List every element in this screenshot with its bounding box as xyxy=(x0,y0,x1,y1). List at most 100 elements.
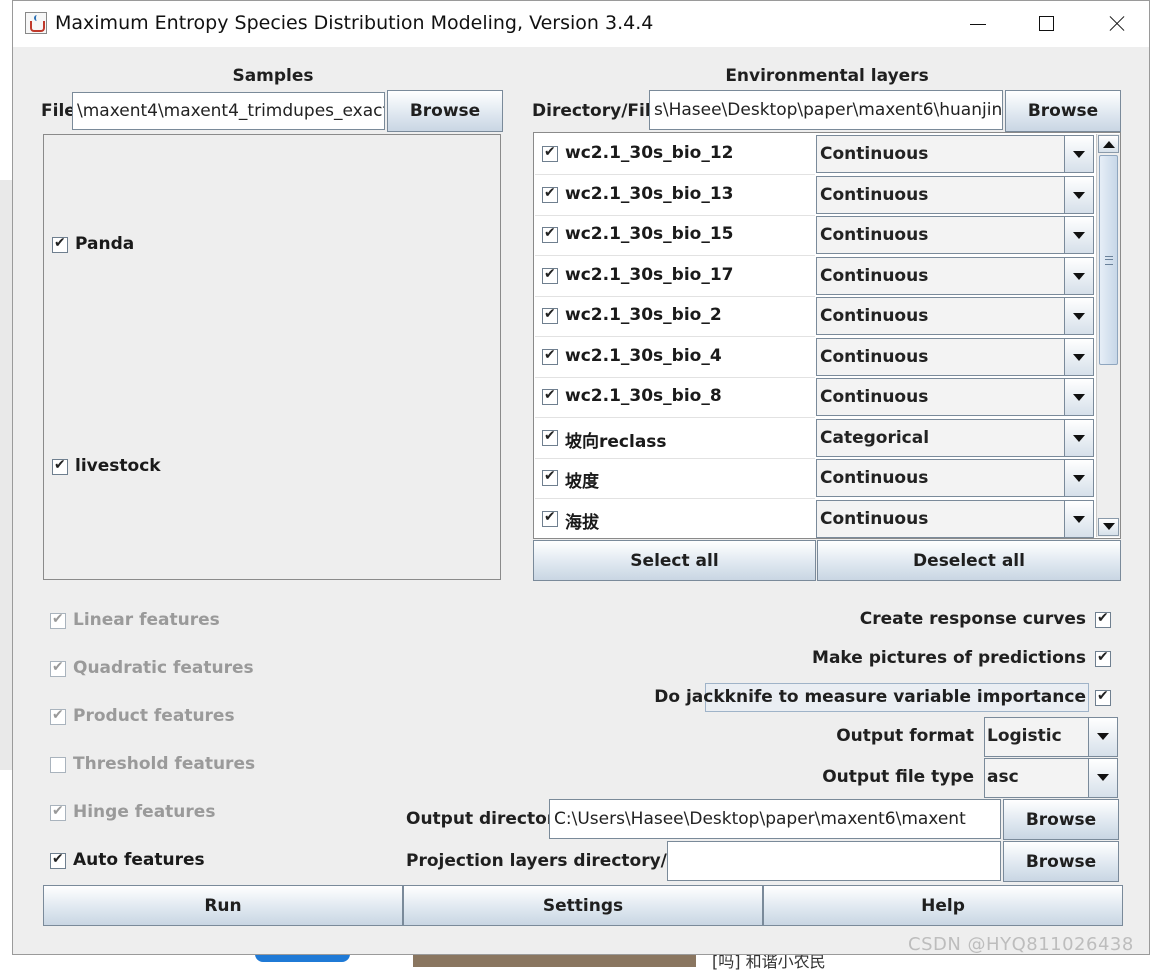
env-scrollbar[interactable] xyxy=(1096,134,1120,537)
output-type-value: asc xyxy=(987,767,1019,787)
chevron-down-icon[interactable] xyxy=(1064,176,1093,213)
env-layer-type-select[interactable]: Continuous xyxy=(816,499,1094,538)
response-curves-label: Create response curves xyxy=(859,609,1086,629)
env-layer-name-cell: wc2.1_30s_bio_12 xyxy=(535,134,815,175)
env-layer-type-select[interactable]: Continuous xyxy=(816,459,1094,497)
env-layer-type-select[interactable]: Continuous xyxy=(816,175,1094,214)
close-button[interactable] xyxy=(1081,1,1151,47)
species-label-livestock: livestock xyxy=(75,456,161,476)
env-layer-checkbox[interactable] xyxy=(542,144,558,162)
samples-file-input[interactable]: \maxent4\maxent4_trimdupes_exact.c xyxy=(72,92,385,130)
env-layer-type-select[interactable]: Continuous xyxy=(816,378,1094,416)
csdn-watermark: CSDN @HYQ811026438 xyxy=(908,934,1134,955)
env-layer-name: wc2.1_30s_bio_15 xyxy=(565,224,734,244)
minimize-button[interactable] xyxy=(943,1,1013,47)
samples-browse-button[interactable]: Browse xyxy=(387,90,503,132)
env-layer-type-select[interactable]: Continuous xyxy=(816,216,1094,254)
maximize-icon xyxy=(1039,16,1054,31)
scroll-up-arrow-icon[interactable] xyxy=(1098,135,1119,153)
deselect-all-button[interactable]: Deselect all xyxy=(817,540,1121,581)
env-dir-input[interactable]: s\Hasee\Desktop\paper\maxent6\huanjing xyxy=(649,90,1003,130)
env-header: Environmental layers xyxy=(725,66,929,86)
chevron-down-icon[interactable] xyxy=(1088,759,1117,797)
hinge-features-checkbox[interactable] xyxy=(50,803,66,821)
output-format-select[interactable]: Logistic xyxy=(984,717,1118,757)
env-layer-name: 坡度 xyxy=(565,472,599,492)
chevron-down-icon[interactable] xyxy=(1064,136,1093,172)
env-layer-type-select[interactable]: Categorical xyxy=(816,418,1094,457)
chevron-down-icon[interactable] xyxy=(1064,460,1093,496)
maxent-window: Maximum Entropy Species Distribution Mod… xyxy=(12,0,1150,955)
chevron-down-icon[interactable] xyxy=(1064,217,1093,253)
chevron-down-icon[interactable] xyxy=(1088,718,1117,756)
env-layer-checkbox[interactable] xyxy=(542,428,558,446)
linear-features-label: Linear features xyxy=(73,610,220,630)
window-title: Maximum Entropy Species Distribution Mod… xyxy=(55,12,654,34)
output-type-label: Output file type xyxy=(822,767,974,787)
env-layer-checkbox[interactable] xyxy=(542,225,558,243)
projection-input[interactable] xyxy=(667,841,1001,881)
output-browse-button[interactable]: Browse xyxy=(1003,799,1119,840)
hinge-features-label: Hinge features xyxy=(73,802,216,822)
env-dir-label: Directory/File xyxy=(532,101,663,121)
env-layer-checkbox[interactable] xyxy=(542,509,558,527)
env-layer-type-value: Continuous xyxy=(820,184,929,205)
env-layer-type-select[interactable]: Continuous xyxy=(816,135,1094,173)
env-layer-row: wc2.1_30s_bio_12 Continuous xyxy=(535,134,1095,175)
env-layer-name-cell: wc2.1_30s_bio_8 xyxy=(535,377,815,418)
product-features-label: Product features xyxy=(73,706,235,726)
auto-features-checkbox[interactable] xyxy=(50,851,66,869)
java-app-icon xyxy=(25,12,47,34)
env-layer-checkbox[interactable] xyxy=(542,306,558,324)
env-layer-type-select[interactable]: Continuous xyxy=(816,297,1094,335)
output-dir-input[interactable]: C:\Users\Hasee\Desktop\paper\maxent6\max… xyxy=(549,799,1001,839)
env-layer-type-value: Continuous xyxy=(820,265,929,286)
chevron-down-icon[interactable] xyxy=(1064,500,1093,537)
scroll-down-arrow-icon[interactable] xyxy=(1098,518,1119,536)
chevron-down-icon[interactable] xyxy=(1064,338,1093,375)
quadratic-features-label: Quadratic features xyxy=(73,658,254,678)
help-button[interactable]: Help xyxy=(763,885,1123,926)
env-layer-type-select[interactable]: Continuous xyxy=(816,337,1094,376)
env-layers-table: wc2.1_30s_bio_12Continuouswc2.1_30s_bio_… xyxy=(533,132,1121,539)
select-all-button[interactable]: Select all xyxy=(533,540,816,581)
linear-features-checkbox[interactable] xyxy=(50,611,66,629)
env-layer-type-value: Continuous xyxy=(820,306,929,326)
chevron-down-icon[interactable] xyxy=(1064,419,1093,456)
threshold-features-checkbox[interactable] xyxy=(50,757,66,773)
maximize-button[interactable] xyxy=(1012,1,1082,47)
title-bar[interactable]: Maximum Entropy Species Distribution Mod… xyxy=(13,1,1149,47)
jackknife-checkbox[interactable] xyxy=(1095,688,1111,706)
pictures-checkbox[interactable] xyxy=(1095,649,1111,667)
output-type-select[interactable]: asc xyxy=(984,758,1118,798)
run-button[interactable]: Run xyxy=(43,885,403,926)
env-layer-row: wc2.1_30s_bio_8 Continuous xyxy=(535,377,1095,418)
settings-button[interactable]: Settings xyxy=(403,885,763,926)
env-layer-checkbox[interactable] xyxy=(542,266,558,284)
species-checkbox-livestock[interactable] xyxy=(52,457,68,475)
species-label-panda: Panda xyxy=(75,234,135,254)
env-layer-checkbox[interactable] xyxy=(542,387,558,405)
env-layer-name-cell: wc2.1_30s_bio_13 xyxy=(535,175,815,216)
env-layer-type-select[interactable]: Continuous xyxy=(816,256,1094,295)
projection-browse-button[interactable]: Browse xyxy=(1003,841,1119,882)
chevron-down-icon[interactable] xyxy=(1064,379,1093,415)
jackknife-label: Do jackknife to measure variable importa… xyxy=(654,687,1086,707)
env-layer-row: wc2.1_30s_bio_4 Continuous xyxy=(535,337,1095,378)
env-layer-checkbox[interactable] xyxy=(542,347,558,365)
env-layer-row: 海拔 Continuous xyxy=(535,499,1095,539)
env-layer-row: wc2.1_30s_bio_13 Continuous xyxy=(535,175,1095,216)
env-browse-button[interactable]: Browse xyxy=(1005,90,1121,132)
chevron-down-icon[interactable] xyxy=(1064,298,1093,334)
env-layer-checkbox[interactable] xyxy=(542,185,558,203)
scroll-thumb[interactable] xyxy=(1099,155,1118,365)
env-layer-name-cell: 海拔 xyxy=(535,499,815,539)
quadratic-features-checkbox[interactable] xyxy=(50,659,66,677)
product-features-checkbox[interactable] xyxy=(50,707,66,725)
response-curves-checkbox[interactable] xyxy=(1095,610,1111,628)
env-layer-name: wc2.1_30s_bio_12 xyxy=(565,143,734,163)
env-layer-checkbox[interactable] xyxy=(542,468,558,486)
chevron-down-icon[interactable] xyxy=(1064,257,1093,294)
env-layer-row: wc2.1_30s_bio_15 Continuous xyxy=(535,215,1095,256)
species-checkbox-panda[interactable] xyxy=(52,235,68,253)
